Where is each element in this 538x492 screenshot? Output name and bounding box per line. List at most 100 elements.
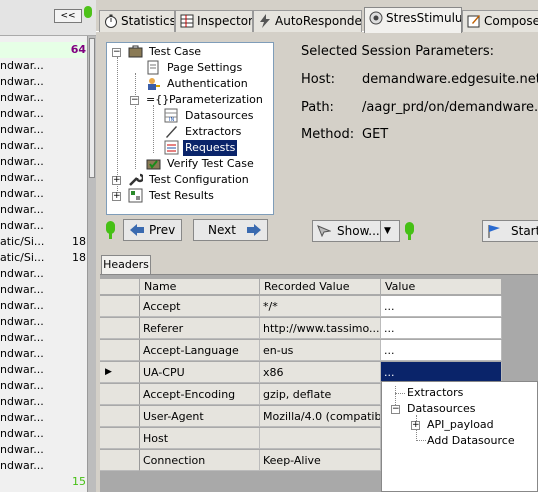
row-header[interactable] — [100, 296, 140, 317]
session-list-item[interactable]: ndwar... — [0, 218, 86, 234]
session-url: ndwar... — [0, 331, 44, 344]
session-list-item[interactable]: ndwar... — [0, 314, 86, 330]
show-pointer-icon — [317, 225, 331, 237]
headers-tab-strip: Headers — [96, 255, 538, 274]
session-url: ndwar... — [0, 219, 44, 232]
user-key-icon — [148, 78, 160, 90]
column-header-recorded-value[interactable]: Recorded Value — [260, 279, 381, 295]
expand-toggle[interactable]: + — [112, 176, 121, 185]
recorded-value-cell: http://www.tassimo... — [260, 318, 381, 339]
session-list-item[interactable]: atic/Si... 18 — [0, 250, 86, 266]
session-list-item[interactable]: ndwar... — [0, 298, 86, 314]
value-cell[interactable]: ... — [381, 340, 502, 361]
collapse-panel-button[interactable]: << — [54, 9, 82, 23]
session-list-item[interactable]: ndwar... — [0, 410, 86, 426]
path-label: Path: — [301, 100, 334, 115]
session-list-item[interactable]: ndwar... — [0, 282, 86, 298]
session-list-item[interactable]: ndwar... — [0, 442, 86, 458]
row-header[interactable] — [100, 318, 140, 339]
session-url: ndwar... — [0, 395, 44, 408]
row-header[interactable] — [100, 450, 140, 471]
session-list-item[interactable]: ndwar... — [0, 74, 86, 90]
session-url: ndwar... — [0, 411, 44, 424]
row-header[interactable] — [100, 428, 140, 449]
session-url: ndwar... — [0, 155, 44, 168]
tab-stresstimulus[interactable]: StresStimulus — [364, 7, 462, 33]
page-settings-icon — [147, 60, 159, 75]
session-url: ndwar... — [0, 187, 44, 200]
session-list-item[interactable]: ndwar... — [0, 394, 86, 410]
session-list-item[interactable]: ndwar... — [0, 266, 86, 282]
session-list-item[interactable]: ndwar... — [0, 170, 86, 186]
session-list-item[interactable]: ndwar... — [0, 346, 86, 362]
session-list-item[interactable]: 15 — [0, 474, 86, 490]
session-list-item[interactable]: ndwar... — [0, 378, 86, 394]
collapse-toggle[interactable]: − — [112, 48, 121, 57]
row-header[interactable] — [100, 406, 140, 427]
session-list-item[interactable]: atic/Si... 18 — [0, 234, 86, 250]
extractor-pen-icon — [166, 126, 177, 138]
session-list-item[interactable]: ndwar... — [0, 186, 86, 202]
tab-autoresponder[interactable]: AutoResponder — [253, 10, 362, 32]
tab-inspectors[interactable]: Inspectors — [175, 10, 253, 32]
tab-headers[interactable]: Headers — [101, 255, 151, 274]
column-header-value[interactable]: Value — [381, 279, 502, 295]
recorded-value-cell: en-us — [260, 340, 381, 361]
row-header-corner — [100, 279, 140, 295]
session-url: ndwar... — [0, 75, 44, 88]
expand-toggle[interactable]: + — [112, 192, 121, 201]
next-button[interactable]: Next — [193, 219, 268, 241]
session-list-item[interactable]: ndwar... — [0, 330, 86, 346]
header-name-cell: UA-CPU — [140, 362, 260, 383]
expand-toggle[interactable]: + — [411, 421, 420, 430]
dropdown-item-api-payload[interactable]: API_payload — [427, 417, 494, 432]
row-header[interactable] — [100, 340, 140, 361]
dropdown-item-add-datasource[interactable]: Add Datasource — [427, 433, 515, 448]
session-list-item[interactable]: 64 — [0, 42, 86, 58]
session-url: ndwar... — [0, 443, 44, 456]
stopwatch-icon — [105, 14, 117, 28]
prev-button[interactable]: Prev — [123, 219, 182, 241]
session-list-item[interactable]: ndwar... — [0, 122, 86, 138]
recorded-value-cell: */* — [260, 296, 381, 317]
session-list-item[interactable]: ndwar... — [0, 90, 86, 106]
session-list-item[interactable]: ndwar... — [0, 106, 86, 122]
column-header-name[interactable]: Name — [140, 279, 260, 295]
tab-composer[interactable]: Composer — [462, 10, 538, 32]
value-cell[interactable]: ... — [381, 362, 502, 383]
test-case-tree[interactable]: − Test Case Page Settings Authentication… — [106, 42, 274, 215]
session-list-item[interactable]: ndwar... — [0, 202, 86, 218]
session-list-scrollbar[interactable] — [87, 36, 96, 492]
show-split-button[interactable]: Show... ▼ — [312, 220, 400, 242]
collapse-toggle[interactable]: − — [130, 96, 139, 105]
chevron-down-icon[interactable]: ▼ — [384, 221, 391, 241]
session-url: ndwar... — [0, 123, 44, 136]
collapse-toggle[interactable]: − — [391, 405, 400, 414]
row-header[interactable]: ▶ — [100, 362, 140, 383]
start-button[interactable]: Start — [482, 220, 538, 242]
method-label: Method: — [301, 127, 355, 142]
dropdown-item-datasources[interactable]: Datasources — [407, 401, 476, 416]
session-list-panel: << 64 ndwar... ndwar... ndwar... ndwar... ndw… — [0, 0, 96, 492]
session-list-item[interactable]: ndwar... — [0, 154, 86, 170]
wrench-icon — [129, 173, 143, 186]
session-list-item[interactable]: ndwar... — [0, 426, 86, 442]
session-url: ndwar... — [0, 139, 44, 152]
session-list-item[interactable]: ndwar... — [0, 362, 86, 378]
tab-statistics[interactable]: Statistics — [99, 10, 175, 32]
value-source-dropdown[interactable]: Extractors − Datasources + API_payload A… — [381, 381, 538, 492]
session-url: ndwar... — [0, 267, 44, 280]
session-count: 15 — [72, 475, 86, 488]
session-list-item[interactable]: ndwar... — [0, 138, 86, 154]
session-list-item[interactable]: ndwar... — [0, 58, 86, 74]
host-value: demandware.edgesuite.net — [362, 72, 538, 87]
value-cell[interactable]: ... — [381, 296, 502, 317]
session-url: atic/Si... — [0, 251, 45, 264]
session-url: ndwar... — [0, 363, 44, 376]
scrollbar-thumb[interactable] — [89, 38, 95, 178]
value-cell[interactable]: ... — [381, 318, 502, 339]
dropdown-item-extractors[interactable]: Extractors — [407, 385, 463, 400]
row-header[interactable] — [100, 384, 140, 405]
requests-list-icon — [164, 140, 179, 155]
session-list-item[interactable]: ndwar... — [0, 458, 86, 474]
